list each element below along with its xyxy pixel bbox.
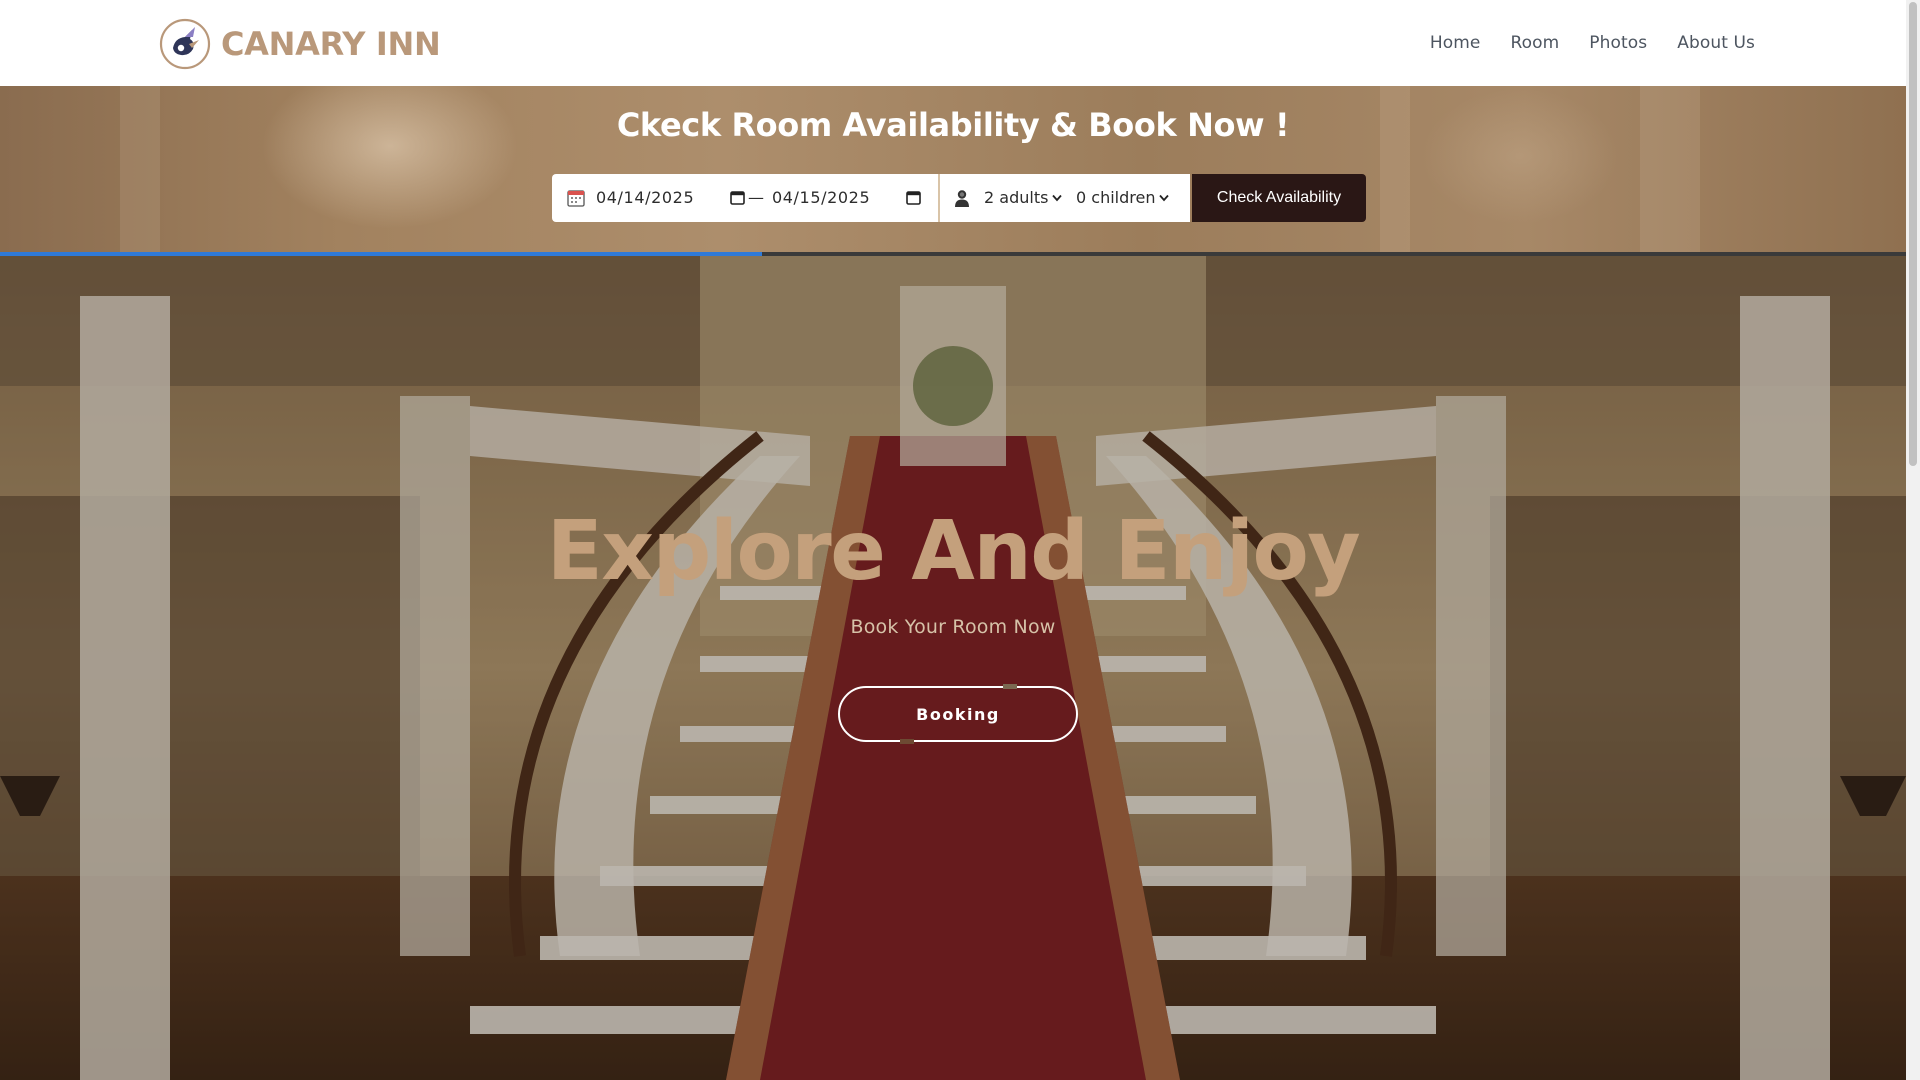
- canary-inn-logo-icon: [159, 18, 211, 70]
- hero-title: Explore And Enjoy: [546, 504, 1361, 599]
- calendar-icon[interactable]: [730, 190, 745, 205]
- site-header: CANARY INN Home Room Photos About Us: [0, 0, 1906, 86]
- calendar-icon[interactable]: [906, 190, 921, 205]
- page-scrollbar[interactable]: [1906, 0, 1920, 1080]
- check-availability-button[interactable]: Check Availability: [1192, 174, 1366, 222]
- check-in-date[interactable]: 04/14/2025: [596, 188, 694, 207]
- guests-field: 2 adults 0 children: [940, 174, 1190, 222]
- button-decoration: [900, 739, 914, 744]
- button-decoration: [1003, 684, 1017, 689]
- nav-item-about-us[interactable]: About Us: [1677, 33, 1755, 53]
- children-select[interactable]: 0 children: [1076, 188, 1170, 207]
- page: CANARY INN Home Room Photos About Us Cke…: [0, 0, 1920, 1080]
- booking-title: Ckeck Room Availability & Book Now !: [616, 106, 1290, 144]
- date-separator: —: [748, 188, 764, 207]
- children-value: 0 children: [1076, 188, 1156, 207]
- calendar-icon: [567, 190, 585, 207]
- nav-item-photos[interactable]: Photos: [1589, 33, 1647, 53]
- nav-item-room[interactable]: Room: [1510, 33, 1559, 53]
- person-icon: [955, 190, 969, 207]
- booking-form: 04/14/2025 — 04/15/2025 2 adults 0 child…: [552, 174, 1366, 222]
- logo-link[interactable]: CANARY INN: [159, 18, 441, 70]
- hero-overlay: [0, 256, 1906, 1080]
- check-out-date[interactable]: 04/15/2025: [772, 188, 870, 207]
- adults-value: 2 adults: [984, 188, 1049, 207]
- chevron-down-icon: [1159, 194, 1170, 201]
- progress-fill: [0, 252, 763, 256]
- main-nav: Home Room Photos About Us: [1430, 0, 1755, 86]
- date-range-field[interactable]: 04/14/2025 — 04/15/2025: [552, 174, 940, 222]
- brand-name: CANARY INN: [221, 25, 441, 63]
- adults-select[interactable]: 2 adults: [984, 188, 1063, 207]
- hero-subtitle: Book Your Room Now: [850, 616, 1056, 638]
- booking-section: Ckeck Room Availability & Book Now ! 04/…: [0, 86, 1906, 252]
- hero-section: Explore And Enjoy Book Your Room Now Boo…: [0, 256, 1906, 1080]
- nav-item-home[interactable]: Home: [1430, 33, 1481, 53]
- booking-button[interactable]: Booking: [838, 686, 1078, 742]
- page-progress-bar: [0, 252, 1906, 256]
- scrollbar-thumb[interactable]: [1909, 2, 1917, 466]
- chevron-down-icon: [1052, 194, 1063, 201]
